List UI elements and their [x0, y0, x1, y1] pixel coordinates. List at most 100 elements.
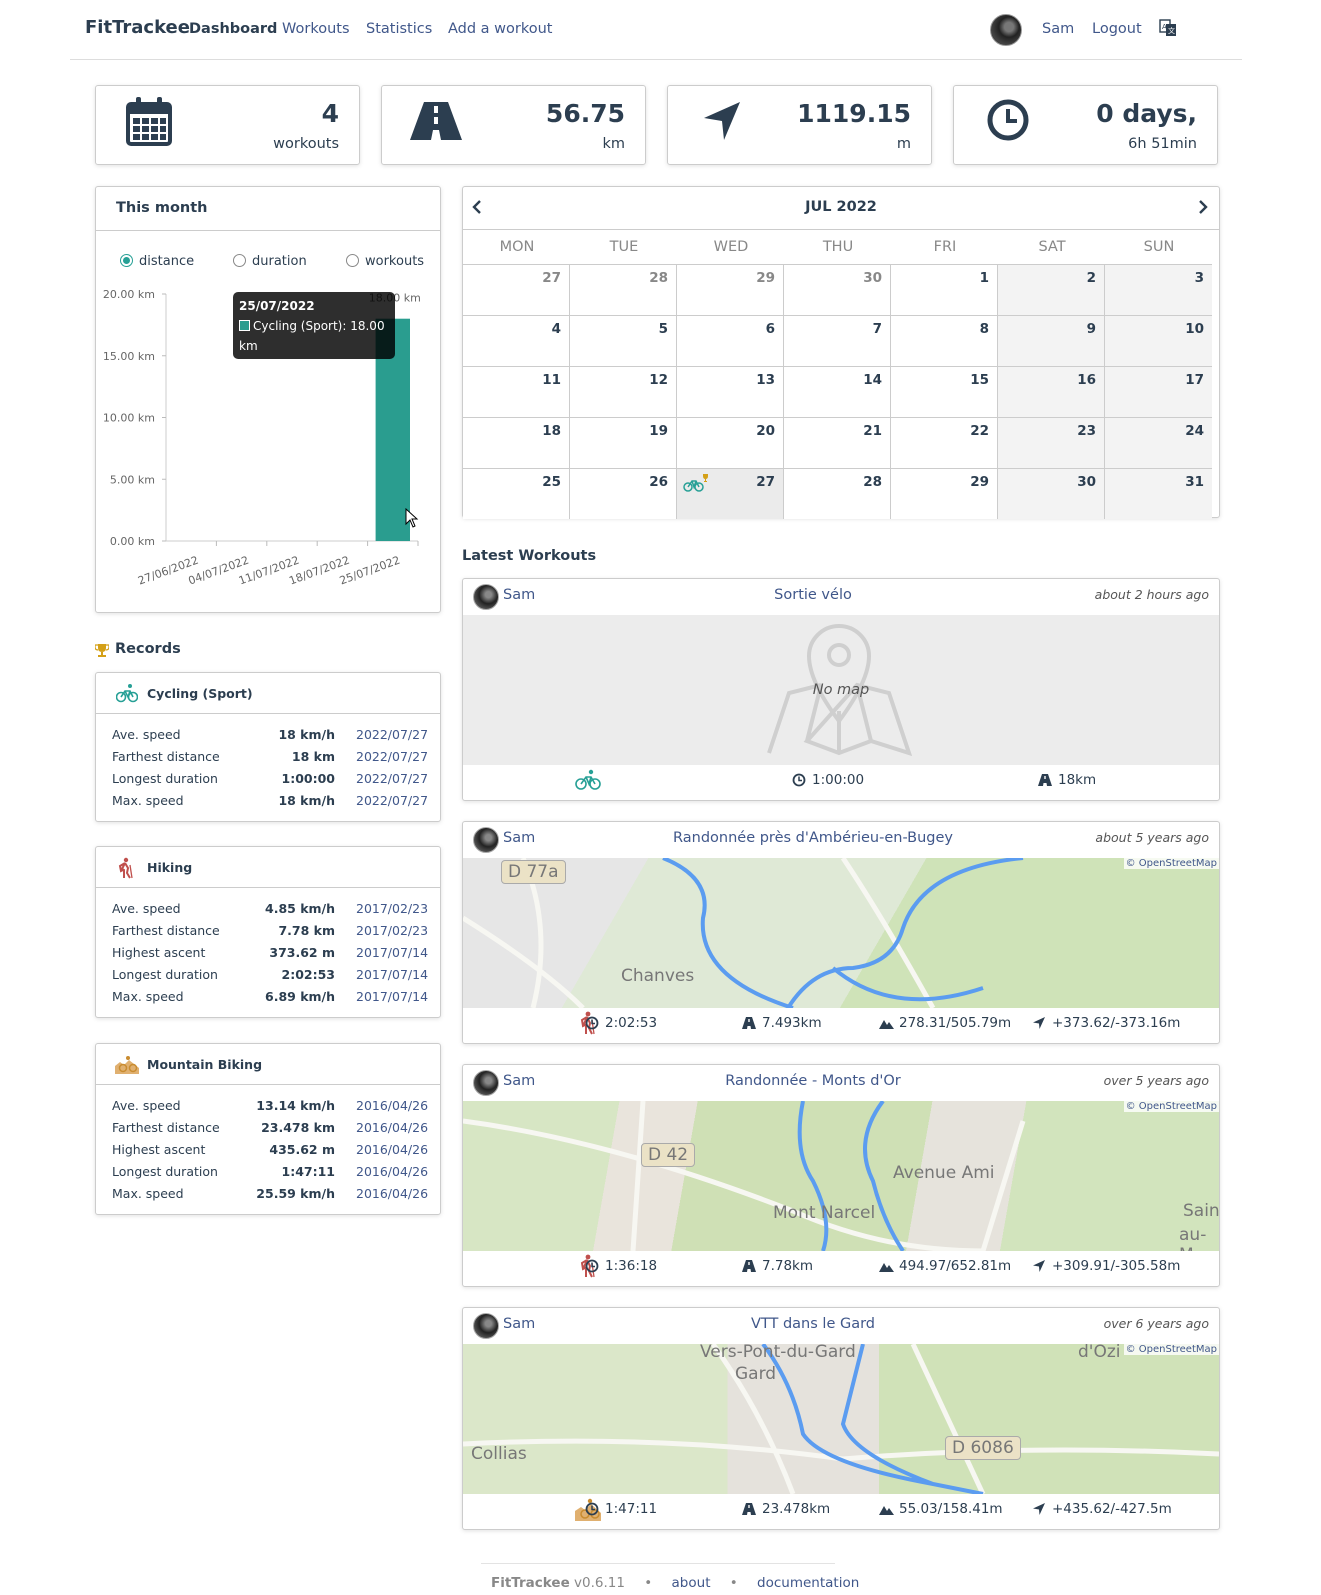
- calendar-day-cell[interactable]: 30: [998, 468, 1105, 519]
- record-label: Ave. speed: [112, 901, 181, 916]
- calendar-day-cell[interactable]: 20: [677, 417, 784, 468]
- calendar-day-number: 11: [542, 372, 561, 388]
- nav-statistics[interactable]: Statistics: [366, 21, 432, 37]
- osm-attribution[interactable]: © OpenStreetMap: [1123, 1101, 1219, 1112]
- calendar-day-number: 14: [863, 372, 882, 388]
- workout-title-link[interactable]: Randonnée près d'Ambérieu-en-Bugey: [613, 830, 1013, 846]
- calendar-day-cell[interactable]: 11: [463, 366, 570, 417]
- record-date-link[interactable]: 2016/04/26: [356, 1164, 428, 1179]
- calendar-day-cell[interactable]: 2: [998, 264, 1105, 315]
- nav-user[interactable]: Sam: [1042, 21, 1074, 37]
- workout-title-link[interactable]: VTT dans le Gard: [613, 1316, 1013, 1332]
- workout-user-link[interactable]: Sam: [503, 1073, 535, 1089]
- calendar-day-cell[interactable]: 9: [998, 315, 1105, 366]
- workout-title-link[interactable]: Randonnée - Monts d'Or: [613, 1073, 1013, 1089]
- calendar-day-cell[interactable]: 27: [677, 468, 784, 519]
- user-avatar[interactable]: [990, 14, 1022, 46]
- nav-workouts[interactable]: Workouts: [282, 21, 350, 37]
- workout-card[interactable]: Sam Randonnée près d'Ambérieu-en-Bugey abo…: [462, 821, 1220, 1044]
- osm-attribution[interactable]: © OpenStreetMap: [1123, 1344, 1219, 1355]
- calendar-day-cell[interactable]: 23: [998, 417, 1105, 468]
- calendar-day-cell[interactable]: 28: [570, 264, 677, 315]
- osm-attribution[interactable]: © OpenStreetMap: [1123, 858, 1219, 869]
- calendar-day-cell[interactable]: 8: [891, 315, 998, 366]
- record-date-link[interactable]: 2022/07/27: [356, 749, 428, 764]
- language-icon[interactable]: A 文: [1159, 19, 1177, 37]
- radio-duration[interactable]: duration: [233, 254, 307, 269]
- calendar-day-cell[interactable]: 24: [1105, 417, 1212, 468]
- radio-distance[interactable]: distance: [120, 254, 194, 269]
- workout-time-ago: about 5 years ago: [1095, 830, 1209, 845]
- workout-card[interactable]: Sam Randonnée - Monts d'Or over 5 years ag…: [462, 1064, 1220, 1287]
- calendar-workout-cycling-icon[interactable]: [683, 473, 709, 493]
- workout-user-avatar[interactable]: [473, 584, 499, 610]
- calendar-day-cell[interactable]: 6: [677, 315, 784, 366]
- footer-about-link[interactable]: about: [672, 1575, 711, 1591]
- record-date-link[interactable]: 2017/07/14: [356, 945, 428, 960]
- calendar-day-cell[interactable]: 3: [1105, 264, 1212, 315]
- nav-logout[interactable]: Logout: [1092, 21, 1142, 37]
- record-value: 18 km: [291, 749, 335, 764]
- month-title: This month: [116, 200, 208, 216]
- calendar-day-cell[interactable]: 7: [784, 315, 891, 366]
- calendar-day-cell[interactable]: 26: [570, 468, 677, 519]
- workout-user-avatar[interactable]: [473, 1313, 499, 1339]
- calendar-day-number: 17: [1185, 372, 1204, 388]
- calendar-day-cell[interactable]: 17: [1105, 366, 1212, 417]
- workout-time-ago: about 2 hours ago: [1094, 587, 1209, 602]
- brand-logo[interactable]: FitTrackee: [85, 17, 190, 38]
- calendar-day-cell[interactable]: 12: [570, 366, 677, 417]
- nav-dashboard[interactable]: Dashboard: [189, 21, 277, 37]
- record-date-link[interactable]: 2017/02/23: [356, 923, 428, 938]
- workout-card[interactable]: Sam Sortie vélo about 2 hours ago No map 1:0…: [462, 578, 1220, 801]
- footer-documentation-link[interactable]: documentation: [757, 1575, 859, 1591]
- calendar-day-cell[interactable]: 14: [784, 366, 891, 417]
- calendar-day-cell[interactable]: 5: [570, 315, 677, 366]
- record-date-link[interactable]: 2016/04/26: [356, 1120, 428, 1135]
- record-value: 1:00:00: [281, 771, 336, 786]
- calendar-day-cell[interactable]: 30: [784, 264, 891, 315]
- record-date-link[interactable]: 2017/02/23: [356, 901, 428, 916]
- navbar-divider: [70, 59, 1242, 60]
- record-date-link[interactable]: 2017/07/14: [356, 989, 428, 1004]
- calendar-day-cell[interactable]: 16: [998, 366, 1105, 417]
- workout-map[interactable]: Vers-Pont-du-Gard Gard Collias D 6086 d'Ozi ©…: [463, 1344, 1219, 1494]
- calendar-day-cell[interactable]: 4: [463, 315, 570, 366]
- record-date-link[interactable]: 2017/07/14: [356, 967, 428, 982]
- record-date-link[interactable]: 2022/07/27: [356, 771, 428, 786]
- calendar-day-cell[interactable]: 31: [1105, 468, 1212, 519]
- calendar-day-cell[interactable]: 25: [463, 468, 570, 519]
- calendar-day-cell[interactable]: 21: [784, 417, 891, 468]
- record-date-link[interactable]: 2016/04/26: [356, 1186, 428, 1201]
- calendar-day-cell[interactable]: 19: [570, 417, 677, 468]
- calendar-day-number: 8: [979, 321, 989, 337]
- calendar-next-button[interactable]: [1197, 199, 1209, 215]
- workout-user-link[interactable]: Sam: [503, 1316, 535, 1332]
- calendar-day-cell[interactable]: 28: [784, 468, 891, 519]
- calendar-day-cell[interactable]: 1: [891, 264, 998, 315]
- workout-card[interactable]: Sam VTT dans le Gard over 6 years ago Vers-…: [462, 1307, 1220, 1530]
- calendar-day-cell[interactable]: 13: [677, 366, 784, 417]
- record-date-link[interactable]: 2016/04/26: [356, 1098, 428, 1113]
- record-date-link[interactable]: 2016/04/26: [356, 1142, 428, 1157]
- record-date-link[interactable]: 2022/07/27: [356, 727, 428, 742]
- workout-user-avatar[interactable]: [473, 827, 499, 853]
- workout-user-avatar[interactable]: [473, 1070, 499, 1096]
- workout-map[interactable]: D 77a Chanves © OpenStreetMap: [463, 858, 1219, 1008]
- calendar-day-cell[interactable]: 15: [891, 366, 998, 417]
- calendar-day-number: 9: [1086, 321, 1096, 337]
- calendar-day-cell[interactable]: 10: [1105, 315, 1212, 366]
- calendar-day-cell[interactable]: 22: [891, 417, 998, 468]
- nav-add-workout[interactable]: Add a workout: [448, 21, 553, 37]
- map-route: [463, 858, 1024, 1008]
- calendar-day-cell[interactable]: 18: [463, 417, 570, 468]
- calendar-day-cell[interactable]: 29: [891, 468, 998, 519]
- workout-map[interactable]: D 42 Mont Narcel Avenue Ami Saint au-M © Open…: [463, 1101, 1219, 1251]
- calendar-day-cell[interactable]: 29: [677, 264, 784, 315]
- workout-title-link[interactable]: Sortie vélo: [613, 587, 1013, 603]
- calendar-day-cell[interactable]: 27: [463, 264, 570, 315]
- radio-workouts[interactable]: workouts: [346, 254, 424, 269]
- workout-user-link[interactable]: Sam: [503, 587, 535, 603]
- workout-user-link[interactable]: Sam: [503, 830, 535, 846]
- record-date-link[interactable]: 2022/07/27: [356, 793, 428, 808]
